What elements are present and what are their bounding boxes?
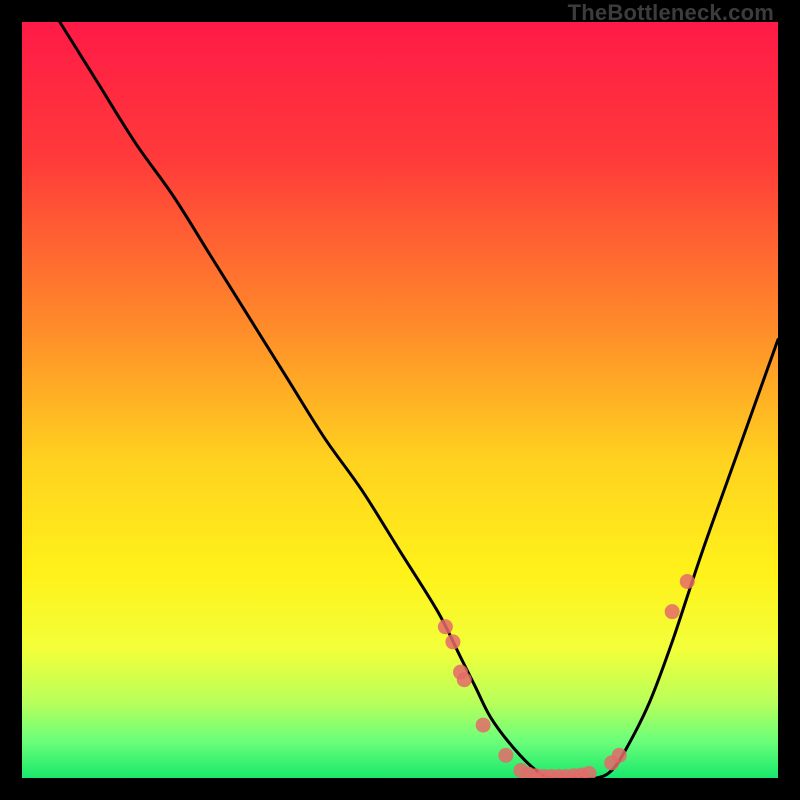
watermark-text: TheBottleneck.com — [568, 0, 774, 26]
highlight-point — [457, 672, 472, 687]
highlight-point — [665, 604, 680, 619]
bottleneck-chart — [22, 22, 778, 778]
highlight-point — [445, 634, 460, 649]
highlight-point — [680, 574, 695, 589]
highlight-point — [498, 748, 513, 763]
highlight-point — [612, 748, 627, 763]
chart-frame — [22, 22, 778, 778]
highlight-point — [476, 718, 491, 733]
highlight-point — [438, 619, 453, 634]
